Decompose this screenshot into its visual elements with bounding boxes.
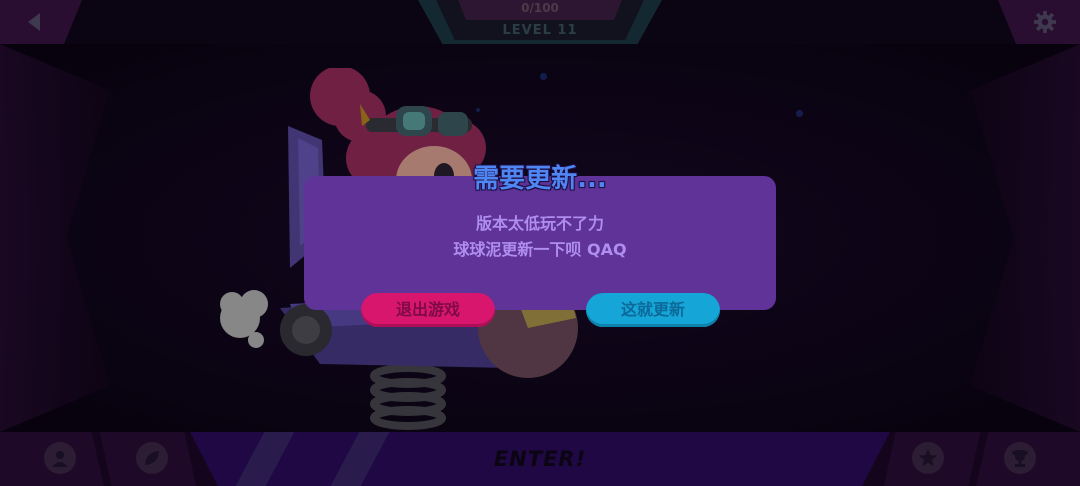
update-now-button[interactable]: 这就更新 (586, 293, 720, 327)
exit-game-button[interactable]: 退出游戏 (361, 293, 495, 327)
dialog-message-line2: 球球泥更新一下呗 QAQ (453, 240, 627, 259)
dialog-message-line1: 版本太低玩不了力 (475, 214, 604, 233)
dialog-title: 需要更新... (473, 164, 607, 194)
